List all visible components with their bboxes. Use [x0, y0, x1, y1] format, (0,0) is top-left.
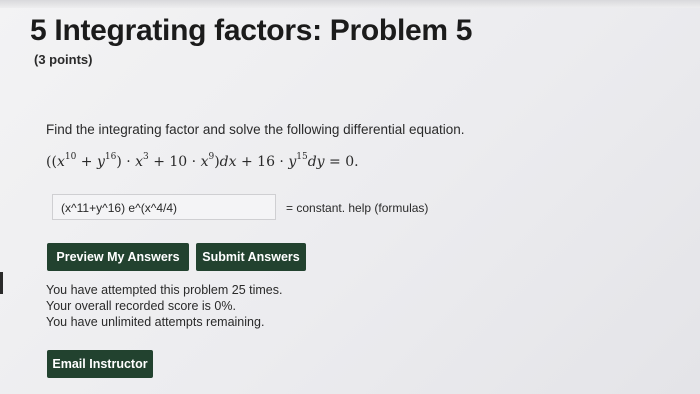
remaining-text: You have unlimited attempts remaining.	[46, 315, 265, 329]
problem-prompt: Find the integrating factor and solve th…	[46, 122, 465, 137]
left-edge-marker	[0, 272, 3, 294]
top-edge	[0, 0, 700, 8]
answer-input[interactable]: (x^11+y^16) e^(x^4/4)	[52, 194, 276, 220]
submit-answers-button[interactable]: Submit Answers	[196, 243, 306, 271]
attempt-status: You have attempted this problem 25 times…	[46, 282, 282, 330]
answer-suffix[interactable]: = constant. help (formulas)	[286, 201, 428, 215]
email-instructor-button[interactable]: Email Instructor	[47, 350, 153, 378]
attempts-text: You have attempted this problem 25 times…	[46, 283, 283, 297]
preview-answers-button[interactable]: Preview My Answers	[47, 243, 189, 271]
score-text: Your overall recorded score is 0%.	[46, 299, 236, 313]
differential-equation: ((x10 + y16) · x3 + 10 · x9)dx + 16 · y1…	[46, 152, 359, 171]
points-label: (3 points)	[34, 52, 93, 67]
page-title: 5 Integrating factors: Problem 5	[30, 14, 473, 47]
